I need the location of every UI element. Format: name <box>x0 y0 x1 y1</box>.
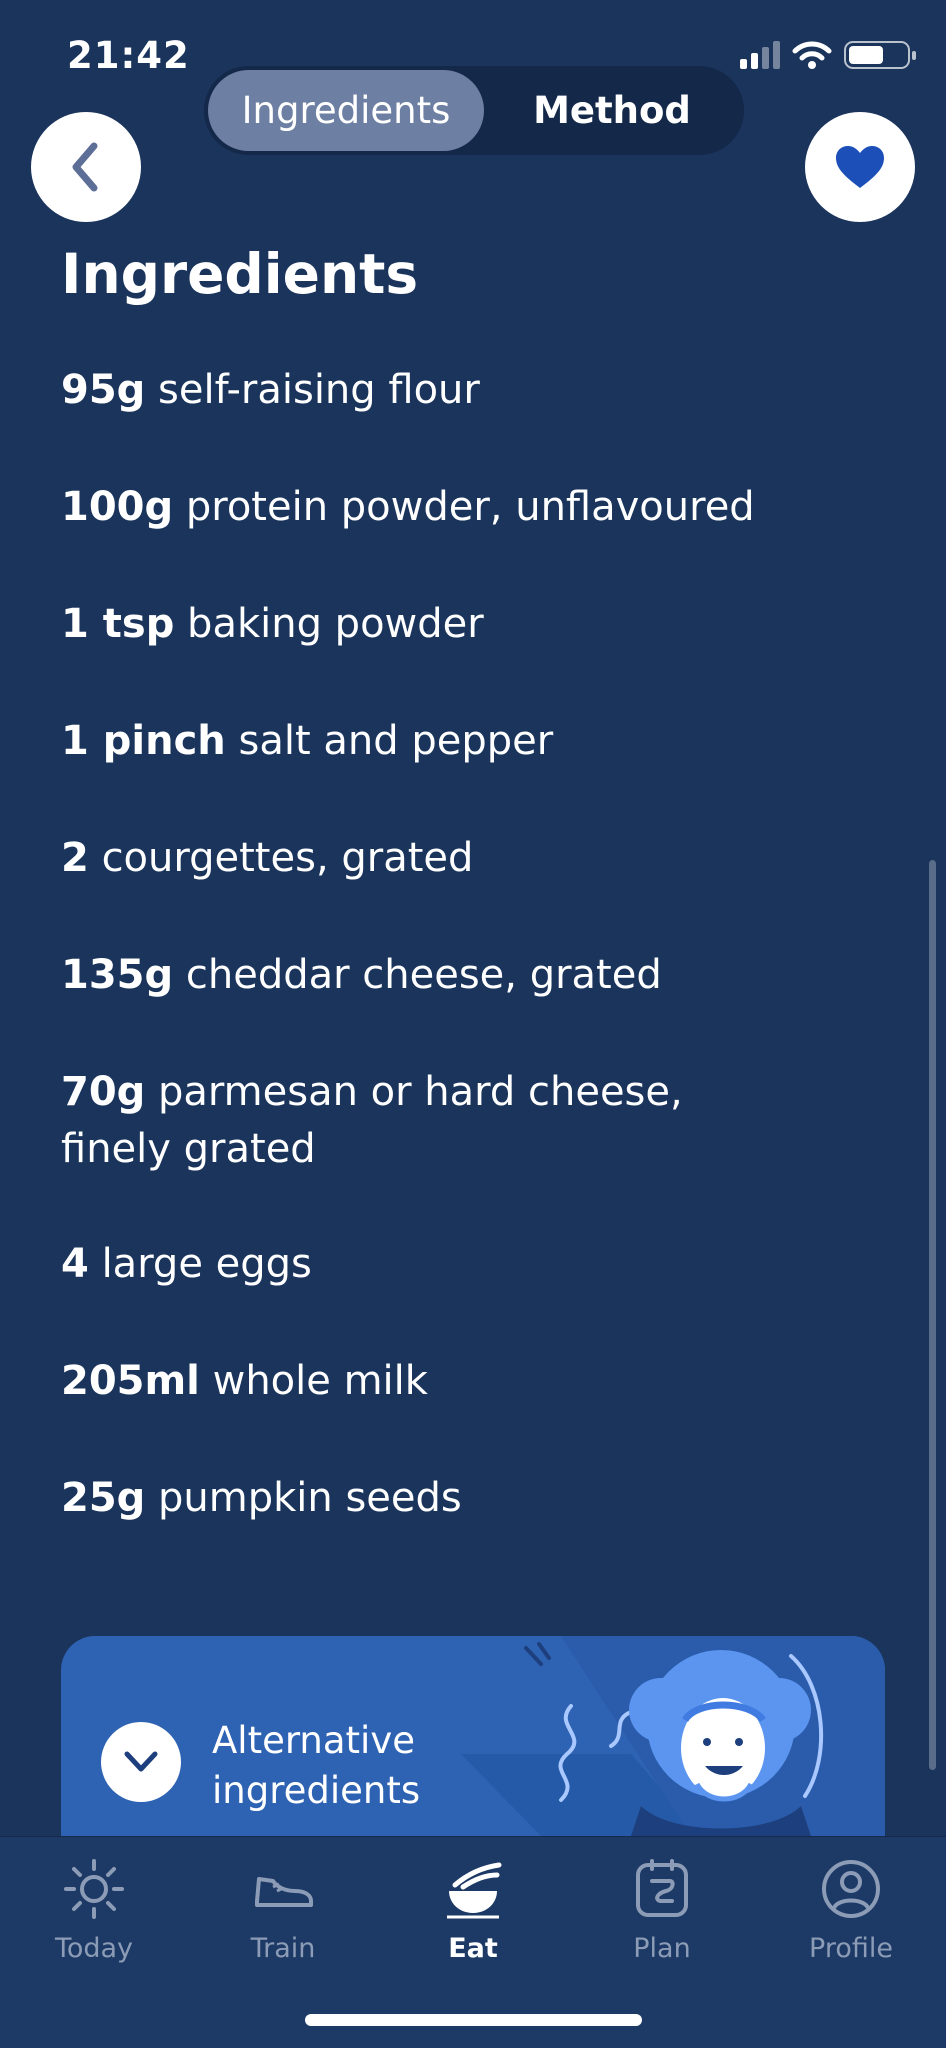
calendar-icon <box>636 1859 688 1917</box>
status-icons <box>740 40 916 70</box>
status-time: 21:42 <box>67 34 190 77</box>
ingredient-name: parmesan or hard cheese, finely grated <box>61 1069 683 1172</box>
tab-ingredients[interactable]: Ingredients <box>208 70 484 151</box>
ingredient-quantity: 70g <box>61 1069 146 1115</box>
ingredient-name: courgettes, grated <box>101 835 474 881</box>
ingredient-name: cheddar cheese, grated <box>185 952 662 998</box>
chevron-left-icon <box>72 142 98 192</box>
ingredient-name: salt and pepper <box>238 718 554 764</box>
sun-icon <box>64 1859 124 1919</box>
ingredient-quantity: 25g <box>61 1475 146 1521</box>
ingredient-quantity: 1 pinch <box>61 718 226 764</box>
ingredient-name: whole milk <box>212 1358 428 1404</box>
tab-profile[interactable]: Profile <box>781 1857 921 1964</box>
ingredient-name: large eggs <box>101 1241 312 1287</box>
tab-train[interactable]: Train <box>213 1857 353 1964</box>
ingredient-item: 100g protein powder, unflavoured <box>61 479 761 536</box>
ingredient-quantity: 95g <box>61 367 146 413</box>
scrollbar[interactable] <box>929 860 936 1770</box>
ingredient-item: 135g cheddar cheese, grated <box>61 947 761 1004</box>
alternative-ingredients-label: Alternative ingredients <box>212 1719 421 1812</box>
tab-label: Train <box>250 1933 316 1964</box>
tab-label: Today <box>54 1933 134 1964</box>
ingredient-quantity: 135g <box>61 952 174 998</box>
ingredient-item: 25g pumpkin seeds <box>61 1470 761 1527</box>
home-indicator <box>305 2014 642 2026</box>
bowl-icon <box>447 1862 502 1919</box>
ingredient-item: 4 large eggs <box>61 1236 761 1293</box>
alternative-ingredients-card[interactable]: Alternative ingredients <box>61 1636 885 1836</box>
ingredient-item: 1 pinch salt and pepper <box>61 713 761 770</box>
segmented-control: Ingredients Method <box>204 66 744 155</box>
wifi-icon <box>792 41 832 69</box>
tab-label: Profile <box>809 1933 893 1964</box>
ingredient-item: 70g parmesan or hard cheese, finely grat… <box>61 1064 701 1178</box>
ingredient-item: 2 courgettes, grated <box>61 830 761 887</box>
sneaker-icon <box>255 1877 313 1907</box>
chevron-down-icon <box>124 1751 158 1772</box>
tab-today[interactable]: Today <box>24 1857 164 1964</box>
chef-illustration <box>461 1636 885 1836</box>
ingredient-quantity: 205ml <box>61 1358 200 1404</box>
expand-toggle[interactable] <box>101 1722 181 1802</box>
battery-icon <box>844 41 916 69</box>
ingredient-item: 1 tsp baking powder <box>61 596 761 653</box>
page-title: Ingredients <box>61 242 419 306</box>
ingredient-item: 205ml whole milk <box>61 1353 761 1410</box>
ingredient-name: self-raising flour <box>158 367 480 413</box>
ingredient-name: protein powder, unflavoured <box>185 484 755 530</box>
ingredient-quantity: 2 <box>61 835 89 881</box>
user-icon <box>822 1860 880 1918</box>
tab-eat[interactable]: Eat <box>403 1857 543 1964</box>
ingredient-quantity: 100g <box>61 484 174 530</box>
heart-icon <box>836 146 884 188</box>
back-button[interactable] <box>31 112 141 222</box>
battery-level <box>849 46 883 64</box>
ingredient-quantity: 4 <box>61 1241 89 1287</box>
tab-plan[interactable]: Plan <box>592 1857 732 1964</box>
ingredient-item: 95g self-raising flour <box>61 362 761 419</box>
ingredient-name: pumpkin seeds <box>158 1475 462 1521</box>
tab-label: Plan <box>633 1933 691 1964</box>
ingredient-name: baking powder <box>187 601 484 647</box>
tab-method[interactable]: Method <box>484 70 740 151</box>
cellular-signal-icon <box>740 41 780 69</box>
favorite-button[interactable] <box>805 112 915 222</box>
ingredient-quantity: 1 tsp <box>61 601 175 647</box>
tab-label: Eat <box>448 1933 498 1964</box>
